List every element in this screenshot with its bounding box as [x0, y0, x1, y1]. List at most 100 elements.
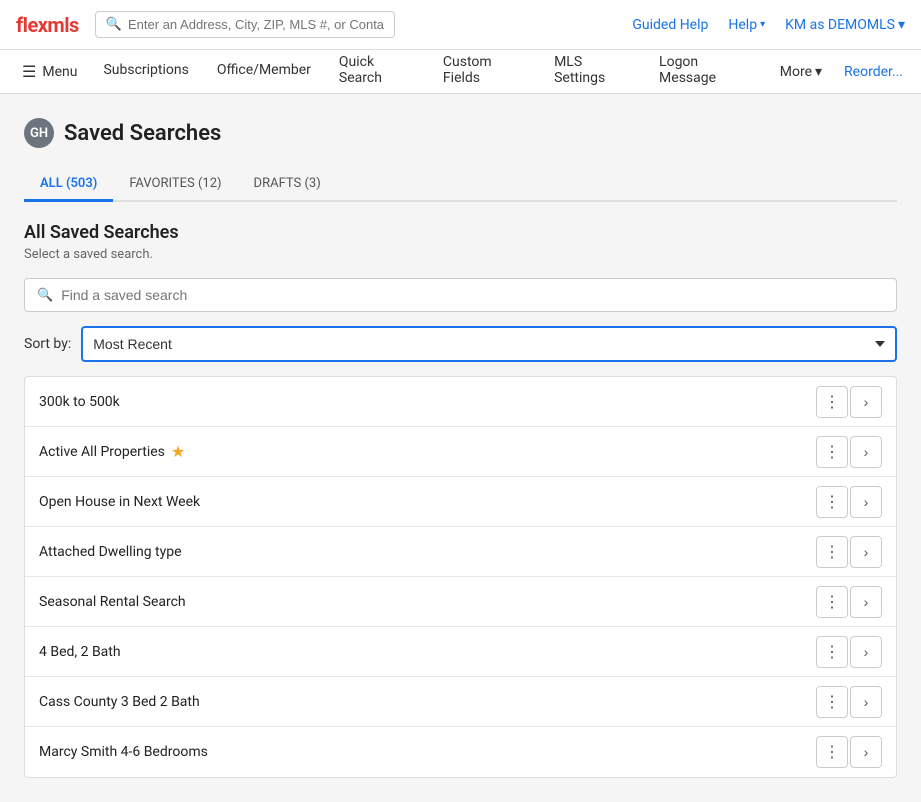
- page-icon-text: GH: [30, 126, 48, 141]
- item-actions: ⋮ ›: [816, 386, 882, 418]
- sort-row: Sort by: Most Recent Name A-Z Name Z-A: [24, 326, 897, 362]
- page-title: Saved Searches: [64, 121, 221, 146]
- nav-item-custom-fields[interactable]: Custom Fields: [429, 50, 540, 94]
- list-item-label: 300k to 500k: [39, 394, 120, 410]
- item-more-button[interactable]: ⋮: [816, 686, 848, 718]
- logo-text: flexmls: [16, 13, 79, 37]
- topbar-links: Guided Help Help ▾ KM as DEMOMLS ▾: [632, 17, 905, 33]
- item-more-button[interactable]: ⋮: [816, 636, 848, 668]
- menu-button[interactable]: ☰ Menu: [10, 50, 89, 94]
- page-header: GH Saved Searches: [24, 118, 897, 148]
- section-subtitle: Select a saved search.: [24, 247, 897, 262]
- list-item-name: Attached Dwelling type: [39, 544, 808, 560]
- user-label: KM as DEMOMLS: [785, 17, 895, 33]
- list-item-label: Active All Properties: [39, 444, 165, 460]
- item-actions: ⋮ ›: [816, 536, 882, 568]
- list-item-label: Open House in Next Week: [39, 494, 200, 510]
- tab-all-label: ALL (503): [40, 176, 97, 191]
- help-link[interactable]: Help ▾: [728, 17, 765, 33]
- item-open-button[interactable]: ›: [850, 636, 882, 668]
- item-open-button[interactable]: ›: [850, 536, 882, 568]
- nav-reorder-button[interactable]: Reorder...: [836, 64, 911, 80]
- list-item-name: 4 Bed, 2 Bath: [39, 644, 808, 660]
- saved-searches-list: 300k to 500k ⋮ › Active All Properties ★…: [24, 376, 897, 778]
- list-item-name: Active All Properties ★: [39, 442, 808, 461]
- item-more-button[interactable]: ⋮: [816, 736, 848, 768]
- guided-help-link[interactable]: Guided Help: [632, 17, 708, 33]
- nav-more-caret-icon: ▾: [815, 64, 822, 80]
- nav-label-subscriptions: Subscriptions: [103, 62, 188, 78]
- item-more-button[interactable]: ⋮: [816, 386, 848, 418]
- list-item-label: Attached Dwelling type: [39, 544, 182, 560]
- nav-item-subscriptions[interactable]: Subscriptions: [89, 50, 202, 94]
- item-open-button[interactable]: ›: [850, 586, 882, 618]
- item-actions: ⋮ ›: [816, 736, 882, 768]
- item-open-button[interactable]: ›: [850, 686, 882, 718]
- help-label: Help: [728, 17, 757, 33]
- item-open-button[interactable]: ›: [850, 736, 882, 768]
- nav-item-office-member[interactable]: Office/Member: [203, 50, 325, 94]
- list-item: 300k to 500k ⋮ ›: [25, 377, 896, 427]
- nav-item-mls-settings[interactable]: MLS Settings: [540, 50, 645, 94]
- list-item: Active All Properties ★ ⋮ ›: [25, 427, 896, 477]
- list-item-label: Marcy Smith 4-6 Bedrooms: [39, 744, 208, 760]
- item-actions: ⋮ ›: [816, 636, 882, 668]
- item-open-button[interactable]: ›: [850, 486, 882, 518]
- list-item-label: Cass County 3 Bed 2 Bath: [39, 694, 200, 710]
- user-caret-icon: ▾: [898, 17, 905, 33]
- item-actions: ⋮ ›: [816, 436, 882, 468]
- tab-drafts[interactable]: DRAFTS (3): [238, 168, 337, 202]
- list-item: 4 Bed, 2 Bath ⋮ ›: [25, 627, 896, 677]
- item-actions: ⋮ ›: [816, 586, 882, 618]
- item-actions: ⋮ ›: [816, 686, 882, 718]
- tab-favorites-label: FAVORITES (12): [129, 176, 221, 191]
- list-item: Marcy Smith 4-6 Bedrooms ⋮ ›: [25, 727, 896, 777]
- nav-more-button[interactable]: More ▾: [766, 50, 836, 94]
- favorite-star-icon: ★: [171, 442, 185, 461]
- search-icon: 🔍: [106, 17, 122, 32]
- list-item: Seasonal Rental Search ⋮ ›: [25, 577, 896, 627]
- sort-select[interactable]: Most Recent Name A-Z Name Z-A: [81, 326, 897, 362]
- item-more-button[interactable]: ⋮: [816, 536, 848, 568]
- item-more-button[interactable]: ⋮: [816, 586, 848, 618]
- hamburger-icon: ☰: [22, 62, 36, 81]
- page-icon: GH: [24, 118, 54, 148]
- global-search-input[interactable]: [128, 17, 384, 32]
- list-item: Open House in Next Week ⋮ ›: [25, 477, 896, 527]
- global-search-bar[interactable]: 🔍: [95, 11, 395, 38]
- list-item-name: Marcy Smith 4-6 Bedrooms: [39, 744, 808, 760]
- list-item: Attached Dwelling type ⋮ ›: [25, 527, 896, 577]
- item-open-button[interactable]: ›: [850, 386, 882, 418]
- main-content: GH Saved Searches ALL (503) FAVORITES (1…: [0, 94, 921, 802]
- tab-all[interactable]: ALL (503): [24, 168, 113, 202]
- user-menu[interactable]: KM as DEMOMLS ▾: [785, 17, 905, 33]
- list-item-label: Seasonal Rental Search: [39, 594, 186, 610]
- item-actions: ⋮ ›: [816, 486, 882, 518]
- sort-label: Sort by:: [24, 336, 71, 352]
- tab-drafts-label: DRAFTS (3): [254, 176, 321, 191]
- find-search-icon: 🔍: [37, 288, 53, 303]
- nav-label-office-member: Office/Member: [217, 62, 311, 78]
- item-more-button[interactable]: ⋮: [816, 436, 848, 468]
- item-open-button[interactable]: ›: [850, 436, 882, 468]
- tab-favorites[interactable]: FAVORITES (12): [113, 168, 237, 202]
- nav-item-logon-message[interactable]: Logon Message: [645, 50, 766, 94]
- nav-label-custom-fields: Custom Fields: [443, 54, 526, 86]
- list-item-name: Cass County 3 Bed 2 Bath: [39, 694, 808, 710]
- nav-more-label: More: [780, 64, 812, 80]
- find-search-input[interactable]: [61, 287, 884, 303]
- nav-label-logon-message: Logon Message: [659, 54, 752, 86]
- menu-label: Menu: [42, 64, 77, 80]
- main-nav: ☰ Menu Subscriptions Office/Member Quick…: [0, 50, 921, 94]
- section-title: All Saved Searches: [24, 222, 897, 243]
- logo: flexmls: [16, 13, 79, 37]
- item-more-button[interactable]: ⋮: [816, 486, 848, 518]
- nav-label-quick-search: Quick Search: [339, 54, 415, 86]
- nav-item-quick-search[interactable]: Quick Search: [325, 50, 429, 94]
- list-item-name: 300k to 500k: [39, 394, 808, 410]
- tabs-bar: ALL (503) FAVORITES (12) DRAFTS (3): [24, 168, 897, 202]
- nav-label-mls-settings: MLS Settings: [554, 54, 631, 86]
- list-item-name: Seasonal Rental Search: [39, 594, 808, 610]
- find-search-bar[interactable]: 🔍: [24, 278, 897, 312]
- topbar: flexmls 🔍 Guided Help Help ▾ KM as DEMOM…: [0, 0, 921, 50]
